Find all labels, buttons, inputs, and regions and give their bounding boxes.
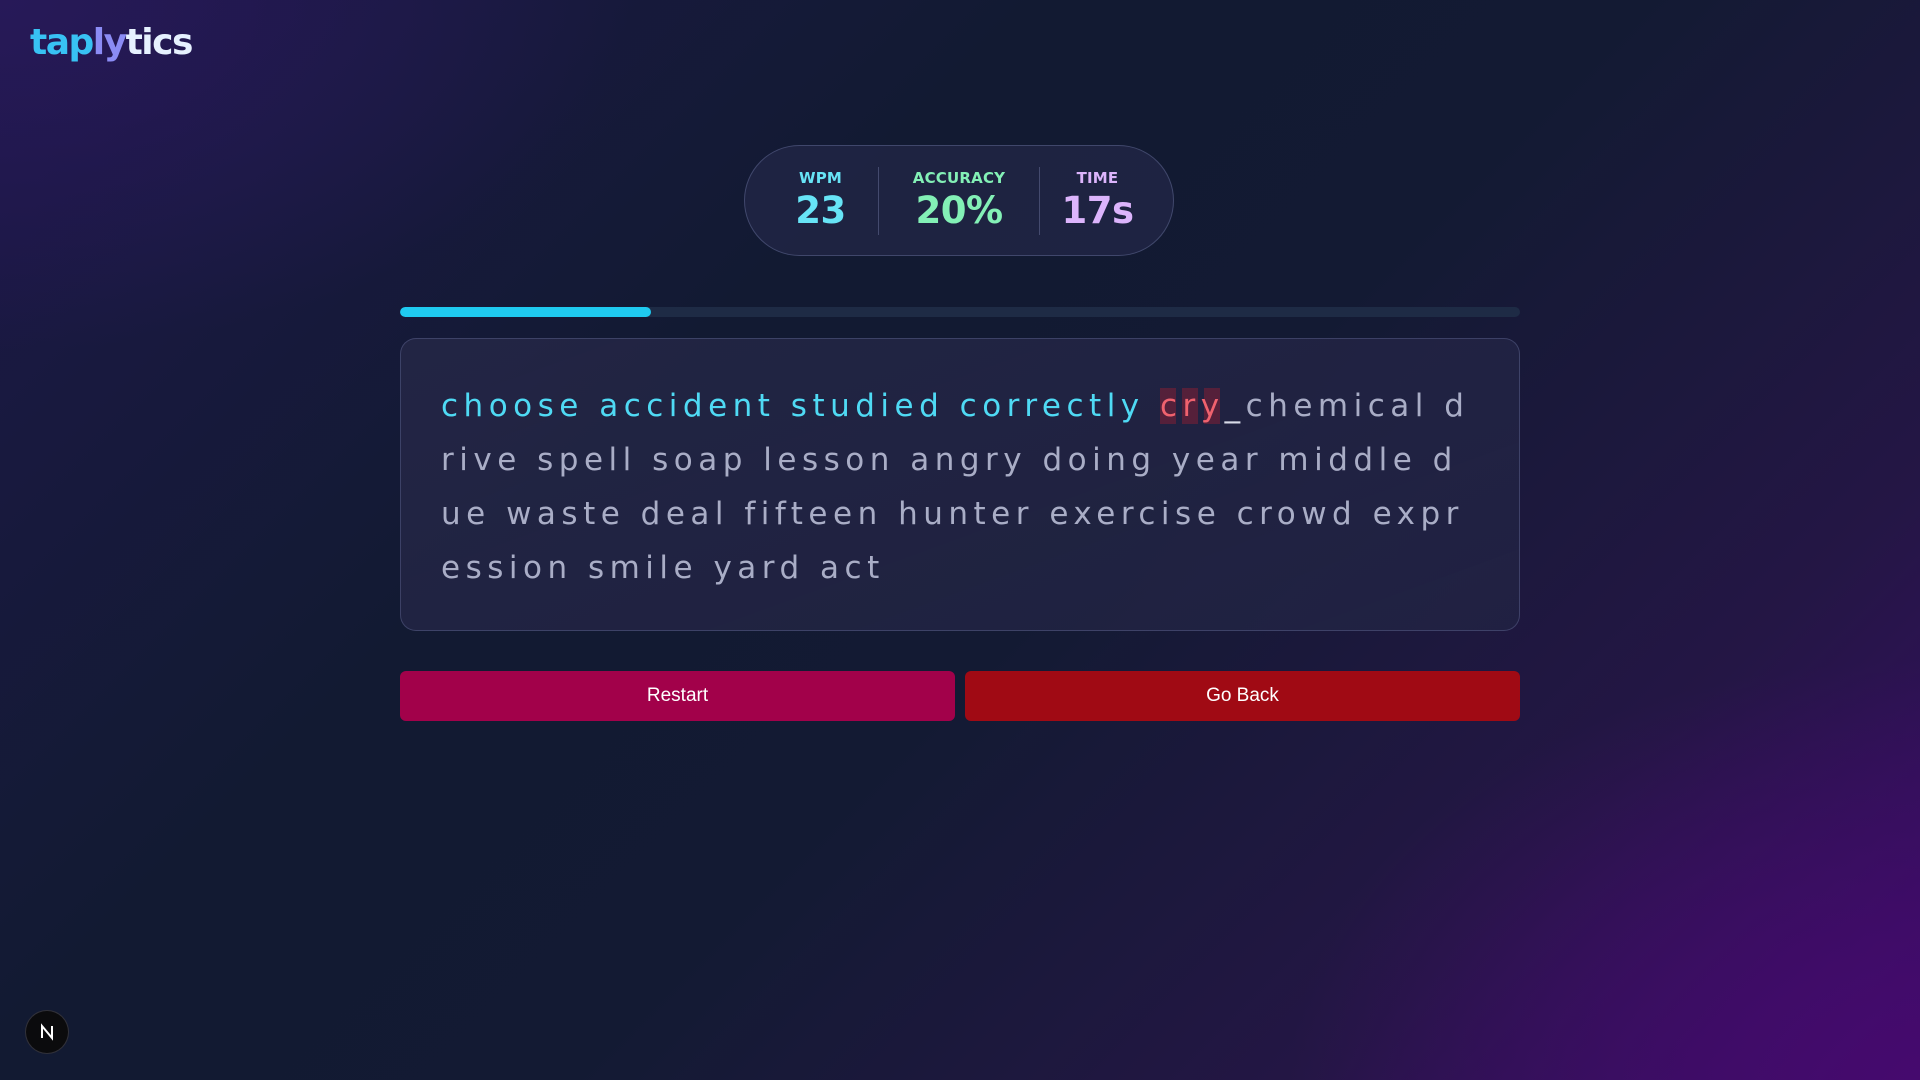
go-back-button[interactable]: Go Back xyxy=(965,671,1520,721)
stat-wpm: WPM 23 xyxy=(763,169,878,232)
progress-bar xyxy=(400,307,1520,317)
wpm-label: WPM xyxy=(798,169,843,187)
time-value: 17s xyxy=(1061,189,1134,232)
n-glyph-icon xyxy=(41,1023,53,1041)
stat-time: TIME 17s xyxy=(1040,169,1155,232)
typed-text: choose accident studied correctly xyxy=(441,388,1161,424)
typing-text: choose accident studied correctly cry_ch… xyxy=(441,379,1481,595)
app-logo[interactable]: taplytics xyxy=(30,22,194,63)
typing-area[interactable]: choose accident studied correctly cry_ch… xyxy=(400,338,1520,631)
logo-part-tap: tap xyxy=(30,22,94,63)
logo-part-tics: tics xyxy=(125,22,194,63)
stat-accuracy: ACCURACY 20% xyxy=(879,169,1039,232)
wpm-value: 23 xyxy=(795,189,846,232)
logo-part-ly: ly xyxy=(92,22,127,63)
stats-panel: WPM 23 ACCURACY 20% TIME 17s xyxy=(744,145,1174,256)
caret: _ xyxy=(1224,388,1246,424)
error-text: cry xyxy=(1160,388,1225,424)
next-n-icon[interactable] xyxy=(25,1010,69,1054)
progress-fill xyxy=(400,307,651,317)
accuracy-value: 20% xyxy=(915,189,1003,232)
restart-button[interactable]: Restart xyxy=(400,671,955,721)
time-label: TIME xyxy=(1076,169,1119,187)
accuracy-label: ACCURACY xyxy=(912,169,1006,187)
